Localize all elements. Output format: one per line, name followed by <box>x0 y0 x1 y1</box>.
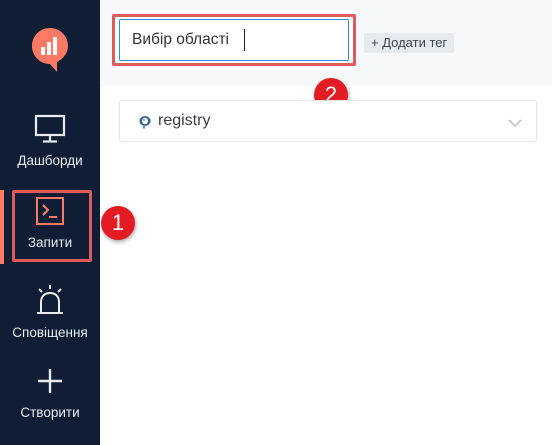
text-caret <box>244 29 245 51</box>
sidebar-item-label: Дашборди <box>17 153 83 168</box>
datasource-select[interactable]: registry <box>119 100 537 142</box>
sidebar-item-alerts[interactable]: Сповіщення <box>0 284 100 340</box>
sidebar-item-label: Створити <box>20 405 80 420</box>
alarm-icon <box>0 284 100 319</box>
datasource-selected-value: registry <box>158 112 211 129</box>
postgresql-icon <box>138 115 152 134</box>
annotation-badge-1: 1 <box>101 206 135 240</box>
add-tag-button[interactable]: + Додати тег <box>364 33 455 53</box>
sidebar: Дашборди Запити Сповіщення Створити <box>0 0 100 445</box>
sidebar-item-create[interactable]: Створити <box>0 366 100 420</box>
redash-logo-icon[interactable] <box>31 27 69 73</box>
query-name-input[interactable] <box>119 19 349 61</box>
sidebar-item-label: Сповіщення <box>12 325 88 340</box>
plus-icon <box>0 366 100 399</box>
chevron-down-icon <box>508 115 522 133</box>
monitor-icon <box>0 114 100 147</box>
sidebar-item-dashboards[interactable]: Дашборди <box>0 114 100 168</box>
annotation-box-queries <box>12 190 92 262</box>
